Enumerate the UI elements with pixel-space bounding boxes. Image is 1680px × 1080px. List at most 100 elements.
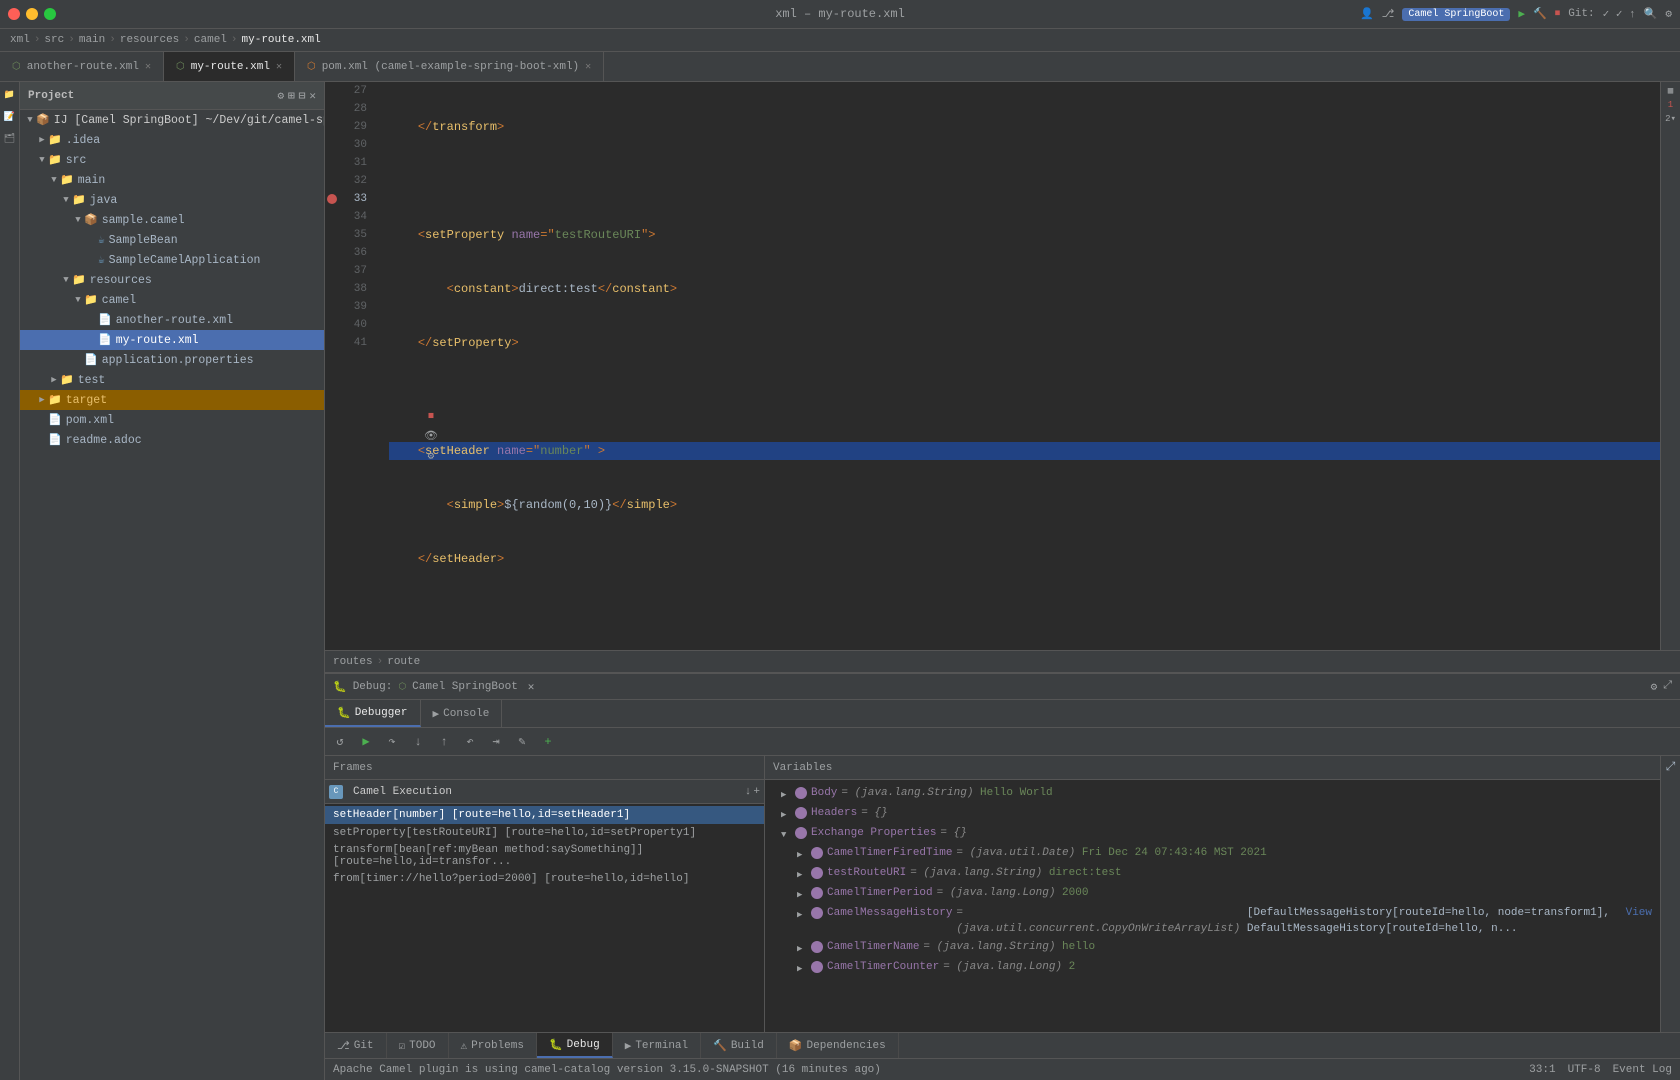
tab-build[interactable]: 🔨 Build [701,1033,777,1058]
var-test-route[interactable]: ▶ testRouteURI = (java.lang.String) dire… [765,864,1660,884]
tab-terminal[interactable]: ▶ Terminal [613,1033,701,1058]
sidebar-collapse-icon[interactable]: ⊟ [299,89,306,103]
close-button[interactable] [8,8,20,20]
expand-arrow[interactable]: ▼ [72,215,84,225]
breadcrumb-file[interactable]: my-route.xml [242,34,321,46]
frame-item-3[interactable]: transform[bean[ref:myBean method:saySome… [325,842,764,870]
settings-icon[interactable]: ⚙ [1651,680,1658,694]
tree-camel-folder[interactable]: ▼ 📁 camel [20,290,324,310]
frame-item-2[interactable]: setProperty[testRouteURI] [route=hello,i… [325,824,764,842]
add-watch-btn[interactable]: + [537,732,559,752]
tree-pom[interactable]: 📄 pom.xml [20,410,324,430]
tree-test[interactable]: ▶ 📁 test [20,370,324,390]
expand-icon[interactable]: ▶ [797,887,809,903]
tab-dependencies[interactable]: 📦 Dependencies [777,1033,899,1058]
vcs-icon[interactable]: ⎇ [1382,7,1395,21]
resume-btn[interactable]: ▶ [355,732,377,752]
breadcrumb-main[interactable]: main [79,34,105,46]
maximize-icon[interactable]: ⤢ [1663,680,1672,694]
tree-src[interactable]: ▼ 📁 src [20,150,324,170]
tree-resources[interactable]: ▼ 📁 resources [20,270,324,290]
tab-pom[interactable]: ⬡ pom.xml (camel-example-spring-boot-xml… [295,52,604,81]
var-body[interactable]: ▶ Body = (java.lang.String) Hello World [765,784,1660,804]
tab-another-route[interactable]: ⬡ another-route.xml ✕ [0,52,164,81]
tree-another-route[interactable]: 📄 another-route.xml [20,310,324,330]
expand-icon[interactable]: ▶ [797,961,809,977]
traffic-lights[interactable] [8,8,56,20]
minimize-button[interactable] [26,8,38,20]
tree-readme[interactable]: 📄 readme.adoc [20,430,324,450]
breadcrumb-resources[interactable]: resources [120,34,179,46]
tree-java[interactable]: ▼ 📁 java [20,190,324,210]
sidebar-expand-icon[interactable]: ⊞ [288,89,295,103]
tab-close-icon[interactable]: ✕ [276,61,282,73]
tree-my-route[interactable]: 📄 my-route.xml [20,330,324,350]
stop-icon[interactable]: ⏹ [1555,8,1561,20]
tab-console[interactable]: ▶ Console [421,700,503,727]
step-back-btn[interactable]: ↶ [459,732,481,752]
expand-icon[interactable]: ▶ [781,787,793,803]
frame-item-1[interactable]: setHeader[number] [route=hello,id=setHea… [325,806,764,824]
tree-sample-bean[interactable]: ☕ SampleBean [20,230,324,250]
expand-icon[interactable]: ▶ [797,941,809,957]
expand-arrow[interactable]: ▼ [60,275,72,285]
structure-icon[interactable]: 🗂 [1,130,19,148]
gutter-33[interactable] [325,190,339,208]
tree-root[interactable]: ▼ 📦 IJ [Camel SpringBoot] ~/Dev/git/came… [20,110,324,130]
debug-session-close[interactable]: ✕ [528,680,535,694]
tree-sample-camel[interactable]: ▼ 📦 sample.camel [20,210,324,230]
run-to-cursor-btn[interactable]: ⇥ [485,732,507,752]
minimap-toggle[interactable]: ▦ [1668,86,1673,96]
expand-icon[interactable]: ▶ [797,867,809,883]
commit-icon[interactable]: 📝 [1,108,19,126]
breadcrumb-xml[interactable]: xml [10,34,30,46]
sidebar-close-icon[interactable]: ✕ [309,89,316,103]
var-exchange-props[interactable]: ▼ Exchange Properties = {} [765,824,1660,844]
tab-close-icon[interactable]: ✕ [145,61,151,73]
expand-arrow[interactable]: ▼ [36,155,48,165]
tree-sample-camel-app[interactable]: ☕ SampleCamelApplication [20,250,324,270]
step-into-btn[interactable]: ↓ [407,732,429,752]
tab-debug[interactable]: 🐛 Debug [537,1033,613,1058]
step-over-btn[interactable]: ↷ [381,732,403,752]
evaluate-btn[interactable]: ✎ [511,732,533,752]
search-icon[interactable]: 🔍 [1644,7,1658,21]
expand-icon[interactable]: ▶ [797,847,809,863]
frame-item-4[interactable]: from[timer://hello?period=2000] [route=h… [325,870,764,888]
sidebar-settings-icon[interactable]: ⚙ [278,89,285,103]
project-icon[interactable]: 📁 [1,86,19,104]
event-log[interactable]: Event Log [1613,1064,1672,1076]
tab-debugger[interactable]: 🐛 Debugger [325,700,421,727]
breadcrumb-camel[interactable]: camel [194,34,227,46]
build-icon[interactable]: 🔨 [1533,7,1547,21]
breadcrumb-routes[interactable]: routes [333,656,373,668]
frames-sort-icon[interactable]: ↓ [745,786,752,798]
expand-arrow[interactable]: ▼ [24,115,36,125]
expand-icon[interactable]: ▶ [781,807,793,823]
expand-arrow[interactable]: ▼ [48,175,60,185]
expand-icon[interactable]: ▶ [797,907,809,923]
run-icon[interactable]: ▶ [1518,7,1525,21]
var-timer-counter[interactable]: ▶ CamelTimerCounter = (java.lang.Long) 2 [765,958,1660,978]
tree-app-props[interactable]: 📄 application.properties [20,350,324,370]
tab-my-route[interactable]: ⬡ my-route.xml ✕ [164,52,295,81]
settings-icon[interactable]: ⚙ [1665,7,1672,21]
restart-btn[interactable]: ↺ [329,732,351,752]
debug-side-maximize[interactable]: ⤢ [1666,760,1676,774]
user-icon[interactable]: 👤 [1360,7,1374,21]
camel-springboot-label[interactable]: Camel SpringBoot [1402,8,1510,21]
expand-arrow[interactable]: ▼ [60,195,72,205]
view-link[interactable]: View [1626,905,1652,921]
var-timer-period[interactable]: ▶ CamelTimerPeriod = (java.lang.Long) 20… [765,884,1660,904]
code-editor[interactable]: </transform> <setProperty name="testRout… [381,82,1660,650]
expand-arrow[interactable]: ▶ [36,395,48,405]
expand-arrow[interactable]: ▼ [72,295,84,305]
var-timer-name[interactable]: ▶ CamelTimerName = (java.lang.String) he… [765,938,1660,958]
frames-collapse-icon[interactable]: + [753,786,760,798]
tree-target[interactable]: ▶ 📁 target [20,390,324,410]
var-msg-history[interactable]: ▶ CamelMessageHistory = (java.util.concu… [765,904,1660,938]
var-headers[interactable]: ▶ Headers = {} [765,804,1660,824]
breadcrumb-src[interactable]: src [44,34,64,46]
tab-close-icon[interactable]: ✕ [585,61,591,73]
tab-todo[interactable]: ☑ TODO [387,1033,449,1058]
